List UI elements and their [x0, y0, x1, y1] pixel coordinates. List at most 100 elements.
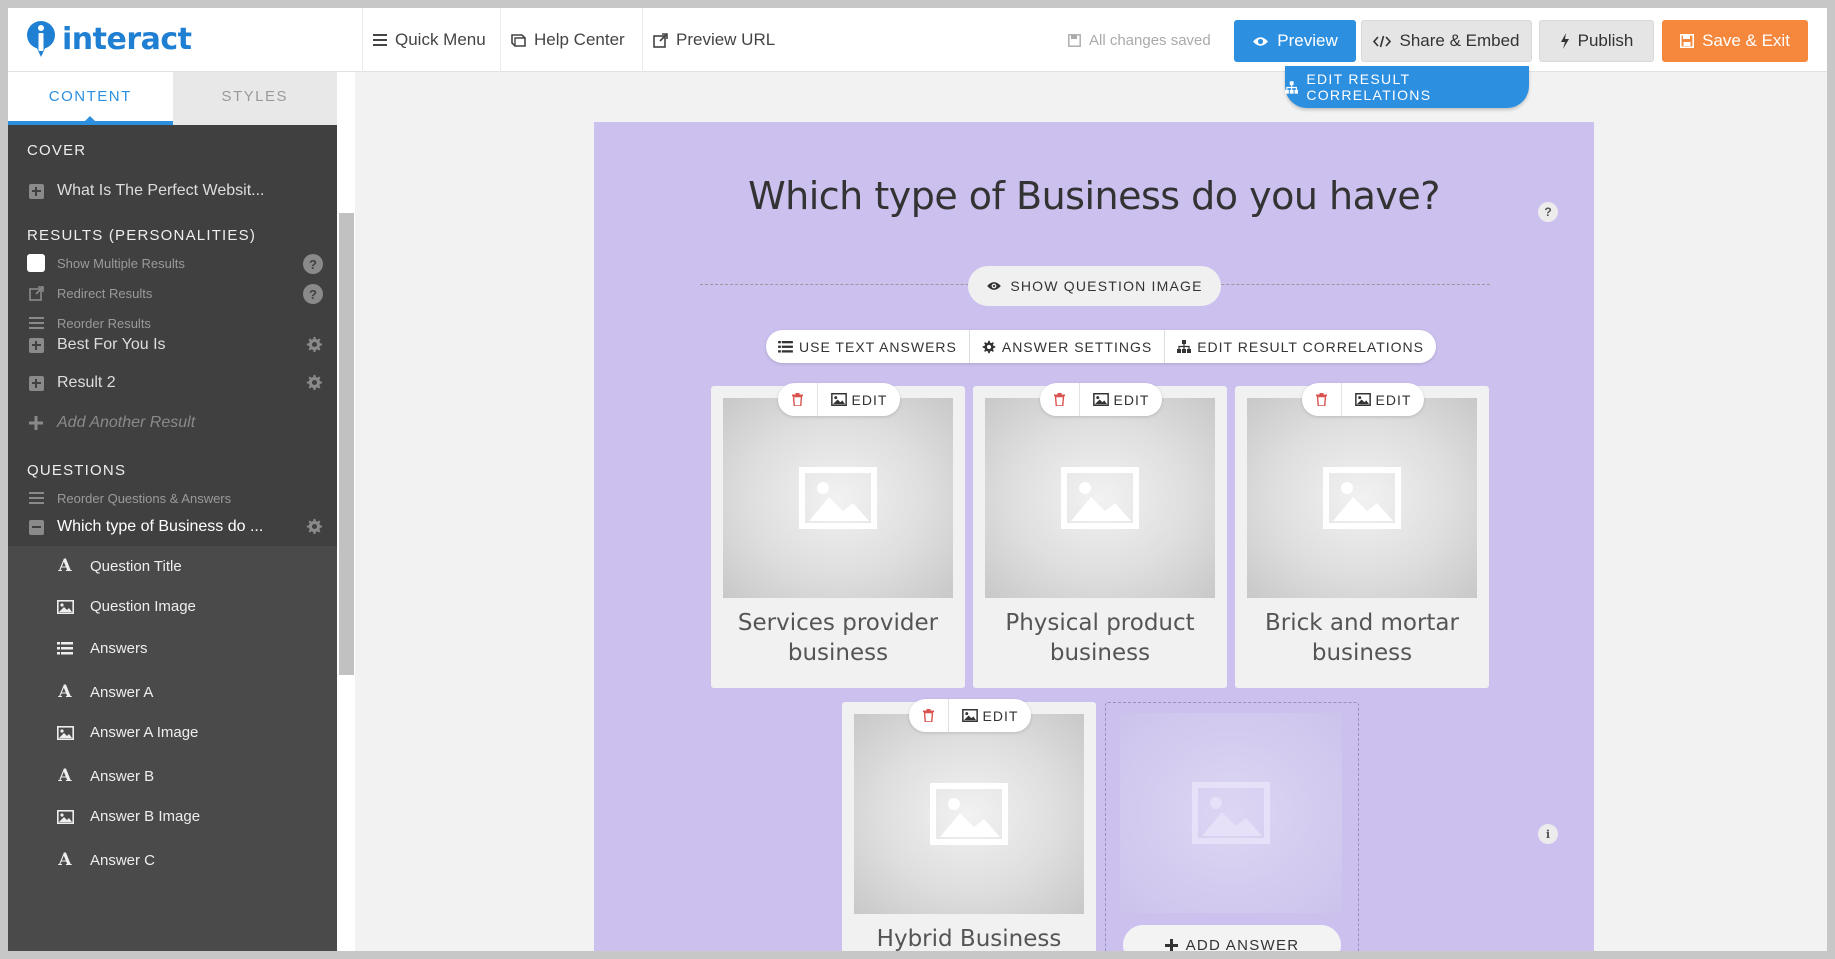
- question-canvas: Which type of Business do you have? ? SH…: [594, 122, 1594, 951]
- help-icon[interactable]: ?: [1538, 202, 1558, 222]
- help-icon[interactable]: ?: [303, 284, 323, 304]
- external-link-icon: [27, 284, 45, 302]
- answer-label[interactable]: Services provider business: [711, 608, 965, 668]
- checkbox[interactable]: [27, 254, 45, 272]
- add-answer-image-placeholder: [1120, 713, 1342, 913]
- app-window: interact Quick Menu Help Center Preview …: [8, 8, 1827, 951]
- add-another-result-button[interactable]: Add Another Result: [27, 412, 323, 434]
- answer-settings-button[interactable]: ANSWER SETTINGS: [970, 330, 1166, 363]
- sidebar-item-label: What Is The Perfect Websit...: [57, 182, 265, 199]
- tab-content[interactable]: CONTENT: [8, 72, 173, 125]
- subitem-label: Answer A: [90, 683, 154, 701]
- reorder-questions-item[interactable]: Reorder Questions & Answers: [27, 487, 323, 509]
- show-multiple-results-toggle[interactable]: Show Multiple Results ?: [27, 252, 323, 274]
- answer-card-c[interactable]: EDIT Brick and mortar business: [1235, 383, 1489, 688]
- info-icon[interactable]: i: [1538, 824, 1558, 844]
- share-embed-button[interactable]: Share & Embed: [1361, 20, 1532, 62]
- subitem-answer-a[interactable]: A Answer A: [56, 682, 153, 702]
- subitem-answer-b[interactable]: A Answer B: [56, 766, 154, 786]
- image-icon: [56, 725, 74, 740]
- answer-edit-button[interactable]: EDIT: [818, 392, 900, 408]
- answer-edit-button[interactable]: EDIT: [949, 708, 1031, 724]
- subitem-answer-a-image[interactable]: Answer A Image: [56, 724, 198, 741]
- sidebar-item-cover[interactable]: What Is The Perfect Websit...: [27, 180, 323, 202]
- floppy-icon: [1680, 34, 1695, 48]
- plus-icon: [1164, 938, 1178, 951]
- quick-menu-button[interactable]: Quick Menu: [362, 8, 500, 72]
- subitem-label: Answers: [90, 640, 148, 657]
- sidebar-item-question-1[interactable]: Which type of Business do ...: [27, 516, 323, 538]
- reorder-icon: [27, 314, 45, 332]
- answer-toolbar: USE TEXT ANSWERS ANSWER SETTINGS EDIT RE…: [766, 330, 1436, 363]
- trash-icon[interactable]: [909, 699, 949, 732]
- answer-card-a[interactable]: EDIT Services provider business: [711, 383, 965, 688]
- answer-image-placeholder[interactable]: [1247, 398, 1477, 598]
- answer-edit-pill: EDIT: [1040, 383, 1162, 416]
- save-status-label: All changes saved: [1089, 31, 1211, 49]
- list-icon: [778, 340, 793, 353]
- sidebar-item-label: Result 2: [57, 374, 116, 391]
- edit-result-correlations-label: EDIT RESULT CORRELATIONS: [1306, 71, 1432, 103]
- edit-label: EDIT: [851, 391, 888, 408]
- gear-icon: [982, 340, 996, 353]
- sidebar-item-result-1[interactable]: Best For You Is: [27, 334, 323, 356]
- show-question-image-label: SHOW QUESTION IMAGE: [1010, 278, 1203, 294]
- subitem-label: Answer A Image: [90, 724, 199, 741]
- publish-button[interactable]: Publish: [1539, 20, 1654, 62]
- answer-card-b[interactable]: EDIT Physical product business: [973, 383, 1227, 688]
- answer-image-placeholder[interactable]: [723, 398, 953, 598]
- edit-result-correlations-top-button[interactable]: EDIT RESULT CORRELATIONS: [1285, 66, 1529, 108]
- trash-icon[interactable]: [778, 383, 818, 416]
- show-question-image-button[interactable]: SHOW QUESTION IMAGE: [968, 266, 1221, 306]
- collapse-icon: [27, 518, 45, 536]
- answer-label[interactable]: Hybrid Business: [842, 924, 1096, 951]
- subitem-answer-c[interactable]: A Answer C: [56, 850, 155, 870]
- gear-icon[interactable]: [306, 374, 323, 396]
- answer-edit-pill: EDIT: [1302, 383, 1424, 416]
- subitem-answer-b-image[interactable]: Answer B Image: [56, 808, 200, 825]
- help-center-button[interactable]: Help Center: [500, 8, 642, 72]
- image-placeholder-icon: [1061, 467, 1139, 529]
- trash-icon[interactable]: [1040, 383, 1080, 416]
- answer-image-placeholder[interactable]: [985, 398, 1215, 598]
- eye-icon: [987, 282, 1002, 290]
- expand-icon: [27, 374, 45, 392]
- answer-edit-button[interactable]: EDIT: [1342, 392, 1424, 408]
- question-title[interactable]: Which type of Business do you have?: [594, 174, 1594, 218]
- gear-icon[interactable]: [306, 518, 323, 540]
- question-subitems-panel: A Question Title Question Image Answers …: [8, 546, 337, 951]
- gear-icon[interactable]: [306, 336, 323, 358]
- results-section-title: RESULTS (PERSONALITIES): [27, 227, 257, 244]
- answer-label[interactable]: Brick and mortar business: [1235, 608, 1489, 668]
- sidebar-scrollbar-thumb[interactable]: [339, 213, 354, 675]
- edit-result-correlations-button[interactable]: EDIT RESULT CORRELATIONS: [1165, 330, 1436, 363]
- tab-styles[interactable]: STYLES: [172, 72, 337, 125]
- preview-url-button[interactable]: Preview URL: [642, 8, 787, 72]
- image-icon: [1354, 393, 1371, 406]
- trash-icon[interactable]: [1302, 383, 1342, 416]
- plus-icon: [27, 414, 45, 432]
- answer-label[interactable]: Physical product business: [973, 608, 1227, 668]
- eye-icon: [1253, 36, 1269, 46]
- redirect-results-label: Redirect Results: [57, 285, 153, 301]
- sidebar-item-result-2[interactable]: Result 2: [27, 372, 323, 394]
- subitem-question-image[interactable]: Question Image: [56, 598, 196, 615]
- redirect-results-item[interactable]: Redirect Results ?: [27, 282, 323, 304]
- subitem-label: Answer B Image: [90, 808, 201, 825]
- use-text-answers-button[interactable]: USE TEXT ANSWERS: [766, 330, 970, 363]
- logo[interactable]: interact: [24, 20, 192, 58]
- image-placeholder-icon: [1323, 467, 1401, 529]
- reorder-results-item[interactable]: Reorder Results: [27, 312, 323, 334]
- add-answer-card[interactable]: ADD ANSWER: [1105, 702, 1359, 951]
- save-exit-label: Save & Exit: [1702, 31, 1790, 50]
- subitem-answers[interactable]: Answers: [56, 640, 148, 657]
- answer-edit-button[interactable]: EDIT: [1080, 392, 1162, 408]
- help-icon[interactable]: ?: [303, 254, 323, 274]
- image-icon: [56, 599, 74, 614]
- answer-image-placeholder[interactable]: [854, 714, 1084, 914]
- subitem-question-title[interactable]: A Question Title: [56, 556, 181, 576]
- preview-button[interactable]: Preview: [1234, 20, 1356, 62]
- answer-card-d[interactable]: EDIT Hybrid Business: [842, 699, 1096, 951]
- add-answer-button[interactable]: ADD ANSWER: [1123, 925, 1341, 951]
- save-exit-button[interactable]: Save & Exit: [1662, 20, 1808, 62]
